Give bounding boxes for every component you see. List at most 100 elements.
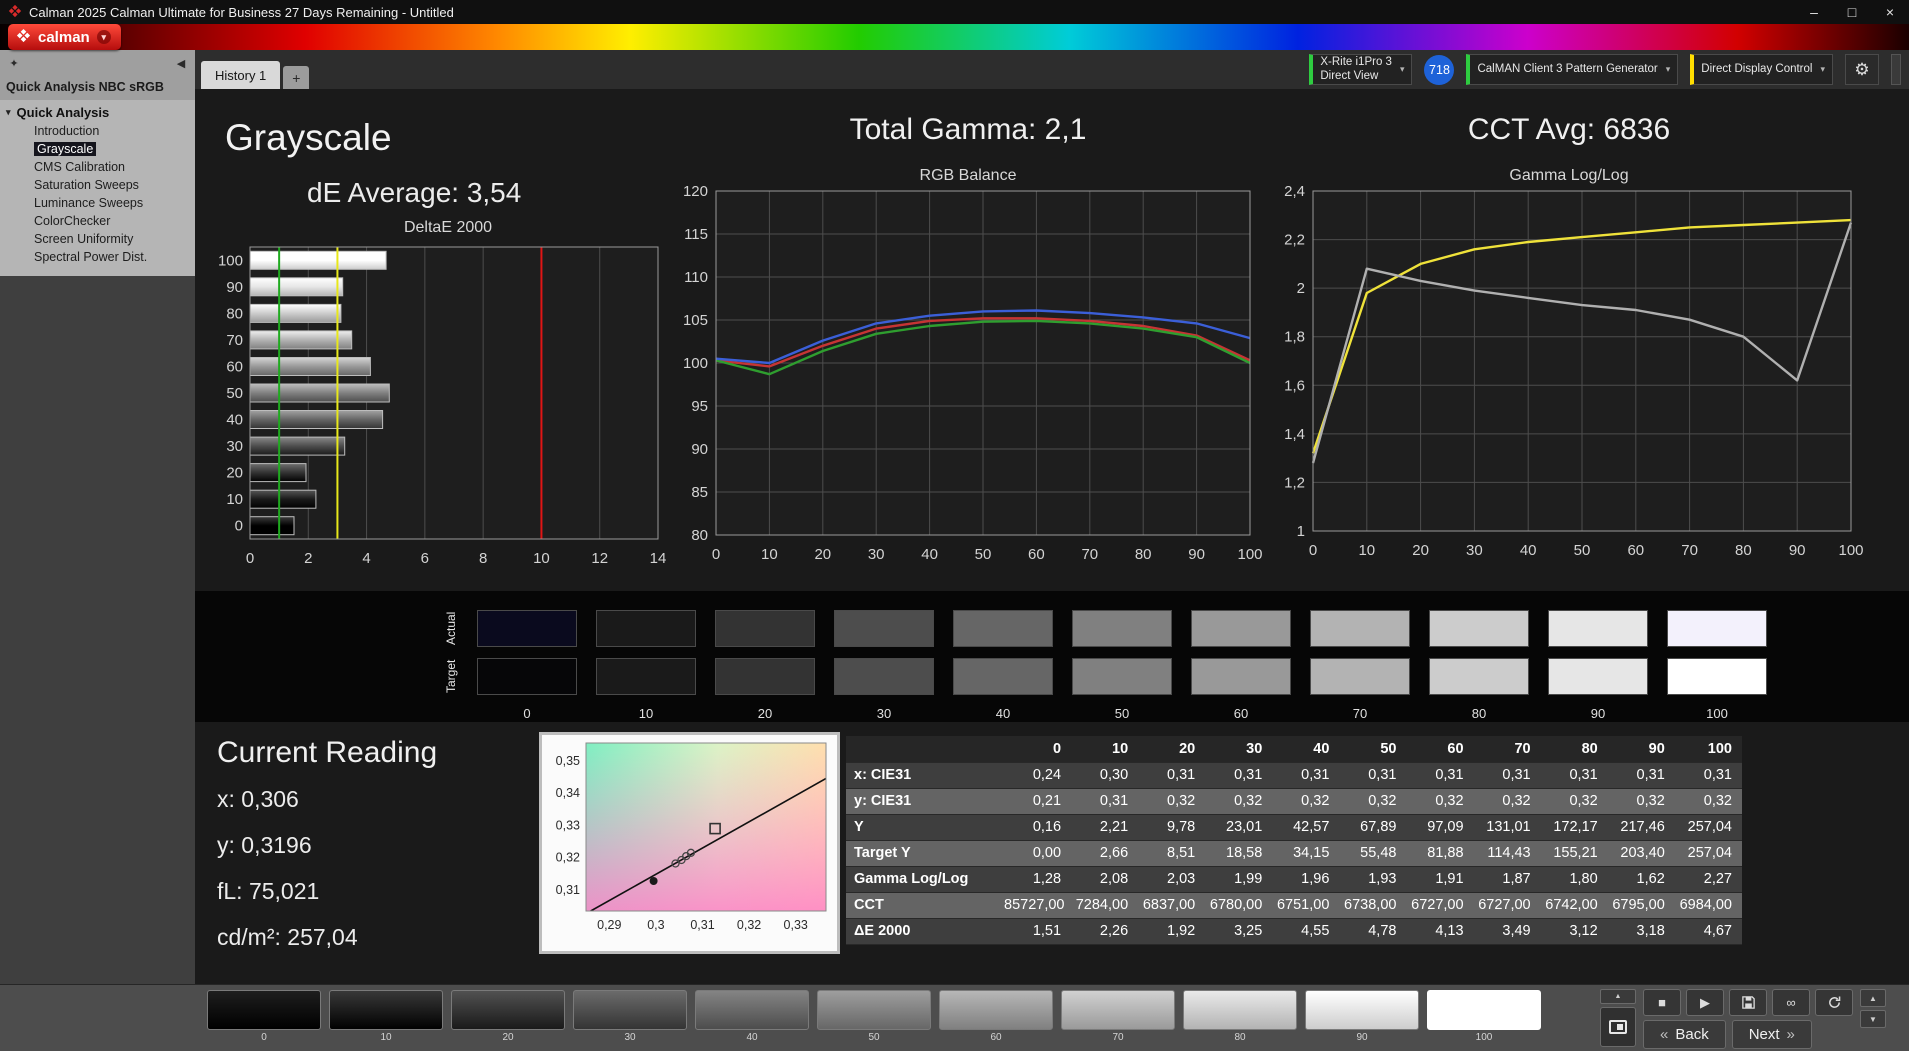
sidebar-collapse-button[interactable]: ◀	[171, 53, 191, 73]
table-row: Y 0,16 2,21 9,78 23,01 42,57 67,89 97,09 131,01 1…	[846, 814, 1742, 841]
svg-text:8: 8	[479, 550, 487, 567]
pattern-level-button-80[interactable]	[1183, 990, 1297, 1030]
sidebar-item-spectral-power-dist-[interactable]: Spectral Power Dist.	[0, 248, 195, 266]
table-col-header: 30	[1205, 736, 1273, 763]
pattern-level-button-90[interactable]	[1305, 990, 1419, 1030]
scroll-up-button[interactable]: ▲	[1860, 989, 1886, 1007]
pattern-level-button-10[interactable]	[329, 990, 443, 1030]
table-cell: 6780,00	[1205, 892, 1273, 919]
strip-actual-swatch-10	[596, 610, 696, 647]
close-button[interactable]: ×	[1871, 0, 1909, 24]
sidebar-item-screen-uniformity[interactable]: Screen Uniformity	[0, 230, 195, 248]
panel-expand-button[interactable]: ▲	[1600, 989, 1636, 1004]
table-cell: 1,96	[1272, 866, 1340, 893]
maximize-button[interactable]: □	[1833, 0, 1871, 24]
table-cell: 55,48	[1339, 840, 1407, 867]
sidebar-item-introduction[interactable]: Introduction	[0, 122, 195, 140]
tab-history-1[interactable]: History 1	[201, 61, 281, 89]
pattern-level-button-50[interactable]	[817, 990, 931, 1030]
table-cell: 6837,00	[1138, 892, 1206, 919]
svg-text:80: 80	[1135, 546, 1152, 563]
logo-dropdown-caret: ▾	[96, 30, 111, 44]
back-button[interactable]: « Back	[1643, 1020, 1726, 1049]
svg-text:90: 90	[226, 279, 243, 296]
table-cell: 3,12	[1540, 918, 1608, 945]
table-corner-cell	[846, 736, 1004, 763]
pattern-level-button-100[interactable]	[1427, 990, 1541, 1030]
svg-text:1,6: 1,6	[1284, 377, 1305, 394]
table-col-header: 90	[1607, 736, 1675, 763]
svg-text:80: 80	[226, 305, 243, 322]
svg-text:70: 70	[226, 332, 243, 349]
svg-text:105: 105	[683, 312, 708, 329]
sidebar-item-colorchecker[interactable]: ColorChecker	[0, 212, 195, 230]
tab-add-button[interactable]: +	[283, 66, 310, 89]
sidebar-item-luminance-sweeps[interactable]: Luminance Sweeps	[0, 194, 195, 212]
play-button[interactable]: ▶	[1686, 989, 1724, 1016]
pattern-level-button-20[interactable]	[451, 990, 565, 1030]
sidebar-item-saturation-sweeps[interactable]: Saturation Sweeps	[0, 176, 195, 194]
svg-text:1,4: 1,4	[1284, 426, 1305, 443]
table-row: x: CIE31 0,24 0,30 0,31 0,31 0,31 0,31 0,31 0,31…	[846, 762, 1742, 789]
strip-row-label-actual: Actual	[444, 611, 458, 646]
svg-text:0: 0	[246, 550, 254, 567]
table-cell: 0,32	[1406, 788, 1474, 815]
svg-text:0,32: 0,32	[556, 851, 580, 865]
toolbar-edge-handle[interactable]	[1891, 54, 1901, 85]
svg-text:1: 1	[1297, 523, 1305, 540]
meter-selector[interactable]: X-Rite i1Pro 3 Direct View ▾	[1309, 54, 1413, 85]
table-cell: 0,00	[1004, 840, 1072, 867]
pattern-level-label: 90	[1356, 1032, 1368, 1043]
table-col-header: 70	[1473, 736, 1541, 763]
pattern-level-button-0[interactable]	[207, 990, 321, 1030]
save-button[interactable]	[1729, 989, 1767, 1016]
strip-target-swatch-60	[1191, 658, 1291, 695]
sidebar-item-grayscale[interactable]: Grayscale	[0, 140, 195, 158]
table-row-label: ΔE 2000	[846, 918, 1004, 945]
next-arrows-icon: »	[1786, 1026, 1795, 1043]
table-row-label: x: CIE31	[846, 762, 1004, 789]
svg-text:80: 80	[1735, 542, 1752, 559]
svg-text:40: 40	[226, 412, 243, 429]
pattern-generator-selector[interactable]: CalMAN Client 3 Pattern Generator ▾	[1466, 54, 1679, 85]
refresh-button[interactable]	[1815, 989, 1853, 1016]
svg-text:0,33: 0,33	[784, 918, 808, 932]
scroll-down-button[interactable]: ▼	[1860, 1010, 1886, 1028]
meter-badge[interactable]: 718	[1424, 54, 1455, 85]
table-cell: 1,28	[1004, 866, 1072, 893]
table-cell: 97,09	[1406, 814, 1474, 841]
calman-logo-button[interactable]: calman ▾	[8, 24, 121, 50]
table-cell: 0,31	[1674, 762, 1742, 789]
pattern-level-button-30[interactable]	[573, 990, 687, 1030]
pattern-window-button[interactable]	[1600, 1007, 1636, 1047]
svg-text:6: 6	[421, 550, 429, 567]
table-cell: 8,51	[1138, 840, 1206, 867]
pattern-level-label: 10	[380, 1032, 392, 1043]
sidebar-item-cms-calibration[interactable]: CMS Calibration	[0, 158, 195, 176]
sidebar-menu-button[interactable]: ✦	[4, 53, 24, 73]
stop-button[interactable]: ■	[1643, 989, 1681, 1016]
next-button[interactable]: Next »	[1731, 1020, 1812, 1049]
rainbow-gradient-bar: calman ▾	[0, 24, 1909, 50]
minimize-button[interactable]: –	[1795, 0, 1833, 24]
svg-text:100: 100	[218, 252, 243, 269]
measurement-table: 0 10 20 30 40 50 60 70 80 90 100 x: CIE31 0,24 0,30 0,…	[846, 736, 1742, 945]
tree-root-quick-analysis[interactable]: ▾ Quick Analysis	[0, 103, 195, 122]
display-control-selector[interactable]: Direct Display Control ▾	[1690, 54, 1833, 85]
settings-gear-button[interactable]: ⚙	[1845, 54, 1879, 85]
table-cell: 6795,00	[1607, 892, 1675, 919]
pattern-level-button-40[interactable]	[695, 990, 809, 1030]
table-cell: 2,66	[1071, 840, 1139, 867]
strip-target-swatch-70	[1310, 658, 1410, 695]
pattern-level-button-60[interactable]	[939, 990, 1053, 1030]
table-cell: 0,21	[1004, 788, 1072, 815]
strip-target-swatch-10	[596, 658, 696, 695]
table-cell: 1,99	[1205, 866, 1273, 893]
pattern-window-icon	[1609, 1020, 1627, 1034]
table-cell: 4,67	[1674, 918, 1742, 945]
deltae-chart-title: DeltaE 2000	[403, 219, 493, 236]
rgb-balance-chart: 80 85 90 95 100 105 110 115 120 0 10 20 30 40 50 60 70 80…	[668, 183, 1268, 578]
pattern-level-button-70[interactable]	[1061, 990, 1175, 1030]
pattern-level-label: 70	[1112, 1032, 1124, 1043]
continuous-read-button[interactable]: ∞	[1772, 989, 1810, 1016]
